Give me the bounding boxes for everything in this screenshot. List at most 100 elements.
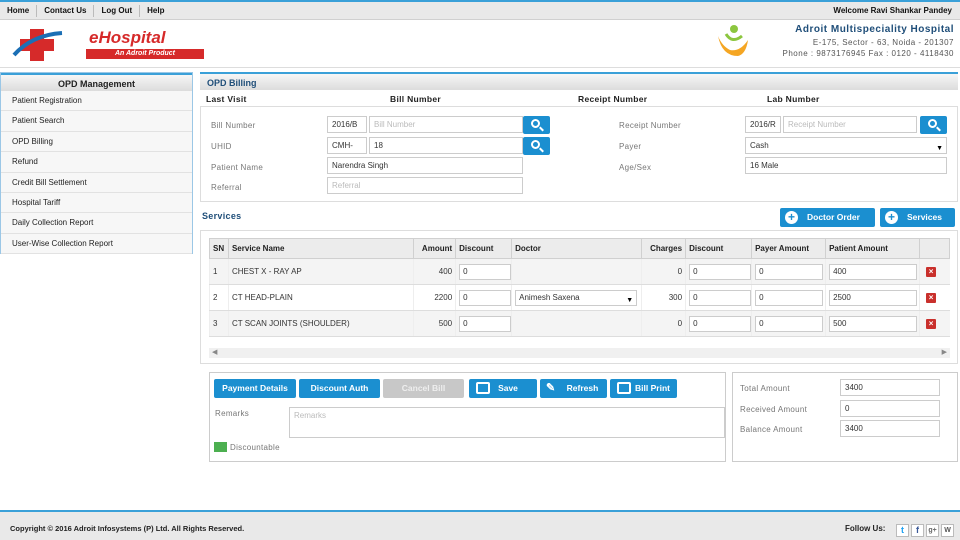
col-sn: SN bbox=[209, 238, 229, 259]
welcome-text: Welcome Ravi Shankar Pandey bbox=[833, 6, 952, 15]
payer-select[interactable]: Cash ▼ bbox=[745, 137, 947, 154]
cancel-bill-button[interactable]: Cancel Bill bbox=[383, 379, 464, 398]
row-discount2-cell: 0 bbox=[685, 258, 752, 285]
bill-print-button[interactable]: Bill Print bbox=[610, 379, 677, 398]
row-delete-cell: × bbox=[919, 258, 950, 285]
row-payer-cell: 0 bbox=[751, 284, 826, 311]
sidebar-item-daily-collection-report[interactable]: Daily Collection Report bbox=[1, 213, 192, 234]
row-discount-cell: 0 bbox=[455, 284, 512, 311]
delete-icon[interactable]: × bbox=[926, 266, 937, 277]
row-charges: 300 bbox=[641, 284, 686, 311]
row-charges: 0 bbox=[641, 258, 686, 285]
save-button[interactable]: Save bbox=[469, 379, 537, 398]
facebook-icon[interactable]: f bbox=[911, 524, 924, 537]
doctor-order-button[interactable]: + Doctor Order bbox=[780, 208, 875, 227]
nav-help-link[interactable]: Help bbox=[140, 5, 171, 17]
dropdown-arrow-icon: ▼ bbox=[936, 145, 943, 152]
received-amount-label: Received Amount bbox=[740, 405, 808, 414]
row-discount2-input[interactable]: 0 bbox=[689, 315, 752, 332]
row-patient-amount-input[interactable]: 400 bbox=[829, 263, 918, 280]
bill-number-input[interactable]: Bill Number bbox=[369, 116, 523, 133]
col-discount-2: Discount bbox=[685, 238, 753, 259]
row-discount-input[interactable]: 0 bbox=[459, 315, 512, 332]
referral-input[interactable]: Referral bbox=[327, 177, 523, 194]
row-discount2-input[interactable]: 0 bbox=[689, 263, 752, 280]
row-payer-amount-input[interactable]: 0 bbox=[755, 289, 824, 306]
row-patient-amount-input[interactable]: 500 bbox=[829, 315, 918, 332]
sidebar-item-user-wise-collection-report[interactable]: User-Wise Collection Report bbox=[1, 233, 192, 255]
row-doctor-select[interactable]: Animesh Saxena ▼ bbox=[515, 289, 638, 306]
sidebar-item-opd-billing[interactable]: OPD Billing bbox=[1, 131, 192, 153]
sidebar-item-patient-search[interactable]: Patient Search bbox=[1, 111, 192, 132]
copyright-text: Copyright © 2016 Adroit Infosystems (P) … bbox=[10, 524, 245, 533]
top-bar: Home Contact Us Log Out Help Welcome Rav… bbox=[0, 0, 960, 20]
received-amount-field[interactable]: 0 bbox=[840, 400, 940, 417]
col-patient-amount: Patient Amount bbox=[825, 238, 921, 259]
balance-amount-label: Balance Amount bbox=[740, 425, 803, 434]
horizontal-scrollbar[interactable]: ◀ ▶ bbox=[209, 348, 950, 358]
uhid-input[interactable]: 18 bbox=[369, 137, 523, 154]
nav-logout-link[interactable]: Log Out bbox=[94, 5, 141, 17]
scroll-right-icon[interactable]: ▶ bbox=[942, 348, 947, 356]
agesex-input[interactable]: 16 Male bbox=[745, 157, 947, 174]
total-amount-label: Total Amount bbox=[740, 384, 790, 393]
patient-name-input[interactable]: Narendra Singh bbox=[327, 157, 523, 174]
row-service-name: CT HEAD-PLAIN bbox=[227, 284, 414, 311]
brand-tagline: An Adroit Product bbox=[86, 49, 204, 59]
discount-auth-button[interactable]: Discount Auth bbox=[299, 379, 380, 398]
uhid-label: UHID bbox=[211, 142, 232, 151]
brush-icon: ✎ bbox=[546, 382, 556, 394]
uhid-prefix-field[interactable]: CMH- bbox=[327, 137, 367, 154]
row-payer-amount-input[interactable]: 0 bbox=[755, 263, 824, 280]
row-discount-input[interactable]: 0 bbox=[459, 289, 512, 306]
sidebar-item-patient-registration[interactable]: Patient Registration bbox=[1, 91, 192, 112]
remarks-textarea[interactable]: Remarks bbox=[289, 407, 725, 438]
bill-number-head: Bill Number bbox=[390, 94, 442, 104]
services-button[interactable]: + Services bbox=[880, 208, 955, 227]
total-amount-field[interactable]: 3400 bbox=[840, 379, 940, 396]
twitter-icon[interactable]: t bbox=[896, 524, 909, 537]
row-amount: 2200 bbox=[413, 284, 456, 311]
receipt-search-button[interactable] bbox=[920, 116, 947, 134]
receipt-number-head: Receipt Number bbox=[578, 94, 648, 104]
services-button-label: Services bbox=[907, 212, 942, 222]
row-patient-amount-input[interactable]: 2500 bbox=[829, 289, 918, 306]
save-label: Save bbox=[498, 383, 518, 393]
nav-contact-link[interactable]: Contact Us bbox=[37, 5, 95, 17]
sidebar-item-hospital-tariff[interactable]: Hospital Tariff bbox=[1, 192, 192, 214]
refresh-button[interactable]: ✎ Refresh bbox=[540, 379, 607, 398]
doctor-order-label: Doctor Order bbox=[807, 212, 860, 222]
bill-prefix-field[interactable]: 2016/B bbox=[327, 116, 367, 133]
row-discount-input[interactable]: 0 bbox=[459, 263, 512, 280]
print-icon bbox=[617, 382, 631, 394]
bill-number-label: Bill Number bbox=[211, 121, 256, 130]
row-payer-amount-input[interactable]: 0 bbox=[755, 315, 824, 332]
discountable-indicator[interactable] bbox=[214, 442, 227, 452]
sidebar-item-refund[interactable]: Refund bbox=[1, 152, 192, 173]
payment-details-button[interactable]: Payment Details bbox=[214, 379, 296, 398]
row-doctor-value: Animesh Saxena bbox=[519, 292, 580, 302]
web-icon[interactable]: W bbox=[941, 524, 954, 537]
ehospital-logo: eHospital An Adroit Product bbox=[4, 23, 204, 63]
nav-home-link[interactable]: Home bbox=[0, 5, 38, 17]
delete-icon[interactable]: × bbox=[926, 292, 937, 303]
hospital-address: E-175, Sector - 63, Noida - 201307 bbox=[812, 38, 954, 47]
row-amount: 400 bbox=[413, 258, 456, 285]
receipt-prefix-field[interactable]: 2016/R bbox=[745, 116, 781, 133]
google-plus-icon[interactable]: g+ bbox=[926, 524, 939, 537]
uhid-search-button[interactable] bbox=[523, 137, 550, 155]
delete-icon[interactable]: × bbox=[926, 318, 937, 329]
balance-amount-field[interactable]: 3400 bbox=[840, 420, 940, 437]
medical-cross-icon bbox=[12, 29, 63, 61]
table-header-row: SN Service Name Amount Discount Doctor C… bbox=[209, 238, 950, 259]
col-amount: Amount bbox=[413, 238, 457, 259]
search-icon bbox=[928, 119, 937, 128]
row-discount-cell: 0 bbox=[455, 310, 512, 337]
sidebar-title: OPD Management bbox=[1, 73, 192, 91]
brand-name: eHospital bbox=[89, 28, 166, 47]
sidebar-item-credit-bill-settlement[interactable]: Credit Bill Settlement bbox=[1, 172, 192, 193]
bill-search-button[interactable] bbox=[523, 116, 550, 134]
row-discount2-input[interactable]: 0 bbox=[689, 289, 752, 306]
receipt-number-input[interactable]: Receipt Number bbox=[783, 116, 917, 133]
scroll-left-icon[interactable]: ◀ bbox=[212, 348, 217, 356]
